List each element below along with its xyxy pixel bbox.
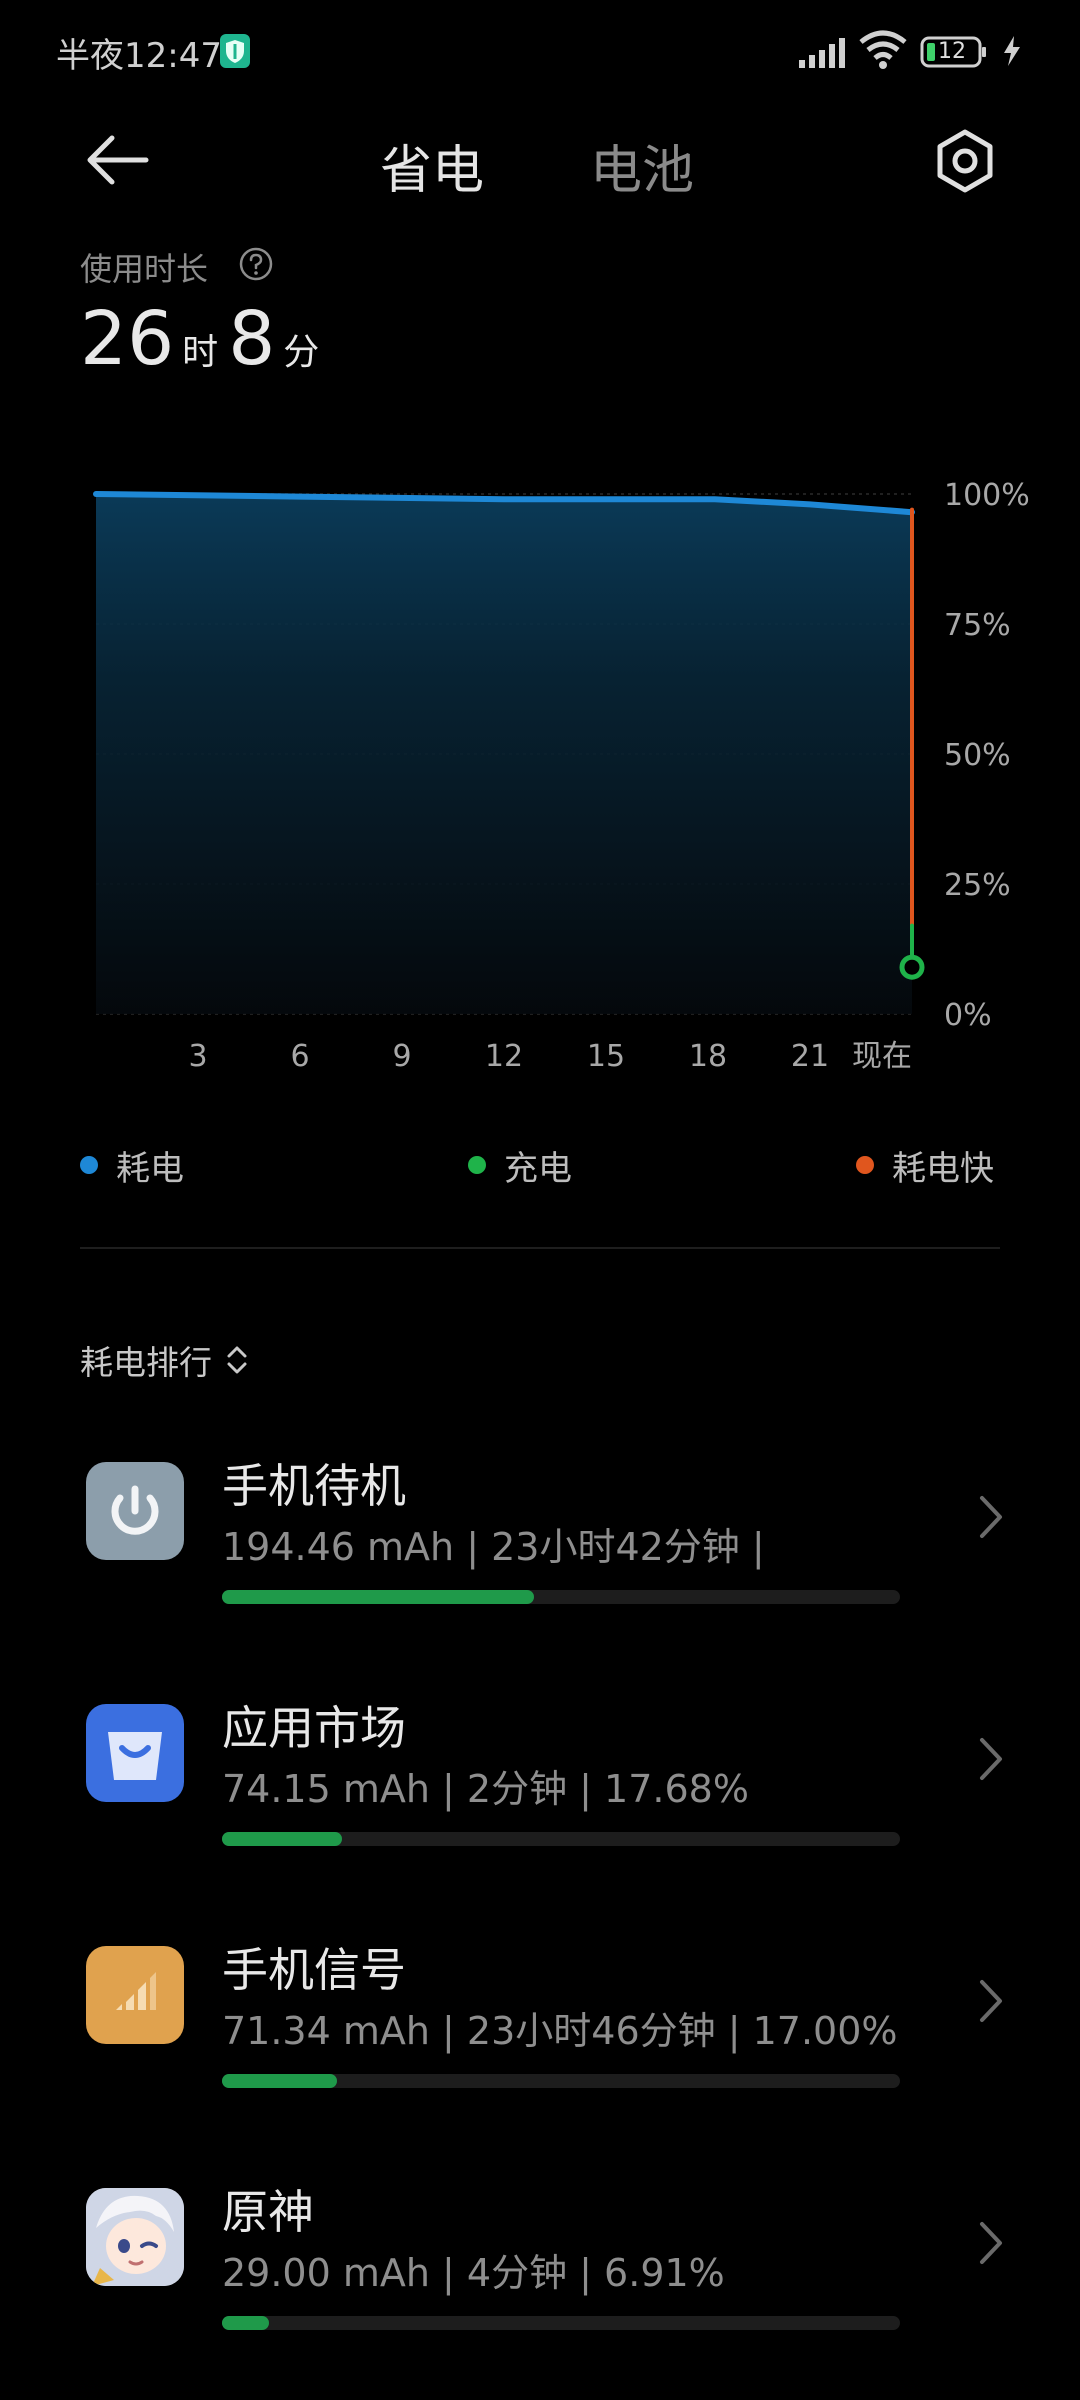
list-item[interactable]: 手机信号 71.34 mAh | 23小时46分钟 | 17.00% bbox=[0, 1934, 1080, 2154]
cell-signal-icon bbox=[86, 1946, 184, 2044]
usage-duration: 26 时 8 分 bbox=[80, 296, 329, 382]
gear-icon[interactable] bbox=[928, 124, 1002, 198]
signal-icon bbox=[799, 38, 845, 68]
x-tick-label: 18 bbox=[689, 1039, 727, 1074]
y-tick-label: 50% bbox=[944, 738, 1011, 773]
game-avatar-icon bbox=[86, 2188, 184, 2286]
ranking-title: 耗电排行 bbox=[80, 1343, 212, 1382]
usage-bar bbox=[222, 1832, 900, 1846]
shield-icon bbox=[220, 34, 250, 68]
x-tick-label: 3 bbox=[188, 1039, 207, 1074]
legend-dot-fast-drain bbox=[856, 1156, 874, 1174]
back-button[interactable] bbox=[84, 130, 154, 190]
legend-label-charging: 充电 bbox=[504, 1148, 572, 1189]
y-tick-label: 100% bbox=[944, 478, 1030, 513]
charging-icon bbox=[1004, 36, 1020, 66]
shopping-bag-icon bbox=[86, 1704, 184, 1802]
app-name: 手机信号 bbox=[222, 1943, 406, 1997]
legend-label-fast-drain: 耗电快 bbox=[892, 1148, 994, 1189]
app-stats: 71.34 mAh | 23小时46分钟 | 17.00% bbox=[222, 2009, 898, 2053]
legend-dot-drain bbox=[80, 1156, 98, 1174]
usage-label: 使用时长 bbox=[80, 250, 209, 288]
usage-bar bbox=[222, 1590, 900, 1604]
y-tick-label: 0% bbox=[944, 998, 992, 1033]
x-tick-label: 现在 bbox=[852, 1039, 912, 1074]
app-stats: 74.15 mAh | 2分钟 | 17.68% bbox=[222, 1767, 749, 1811]
legend-label-drain: 耗电 bbox=[116, 1148, 184, 1189]
x-tick-label: 15 bbox=[587, 1039, 625, 1074]
app-name: 应用市场 bbox=[222, 1701, 406, 1755]
drain-area bbox=[96, 494, 912, 1014]
usage-bar-fill bbox=[222, 1590, 534, 1604]
status-time: 半夜12:47 bbox=[56, 36, 222, 76]
x-tick-label: 6 bbox=[290, 1039, 309, 1074]
current-level-marker bbox=[899, 954, 925, 980]
x-tick-label: 21 bbox=[791, 1039, 829, 1074]
chevron-right-icon bbox=[980, 1738, 1002, 1780]
app-stats: 29.00 mAh | 4分钟 | 6.91% bbox=[222, 2251, 725, 2295]
tab-power-saving[interactable]: 省电 bbox=[380, 128, 484, 203]
list-item[interactable]: 原神 29.00 mAh | 4分钟 | 6.91% bbox=[0, 2176, 1080, 2396]
app-stats: 194.46 mAh | 23小时42分钟 | bbox=[222, 1525, 765, 1569]
usage-bar bbox=[222, 2074, 900, 2088]
legend-dot-charging bbox=[468, 1156, 486, 1174]
legend-item-charging: 充电 bbox=[468, 1140, 572, 1190]
y-tick-label: 25% bbox=[944, 868, 1011, 903]
help-icon[interactable] bbox=[238, 246, 274, 282]
battery-level: 12 bbox=[938, 39, 966, 64]
usage-minutes-unit: 分 bbox=[283, 332, 320, 373]
chevron-right-icon bbox=[980, 2222, 1002, 2264]
sort-icon bbox=[227, 1346, 247, 1374]
chevron-right-icon bbox=[980, 1496, 1002, 1538]
chevron-right-icon bbox=[980, 1980, 1002, 2022]
x-tick-label: 9 bbox=[392, 1039, 411, 1074]
battery-chart: 100% 75% 50% 25% 0% 3 6 9 12 15 18 21 现在 bbox=[93, 478, 1030, 1074]
tab-battery[interactable]: 电池 bbox=[590, 128, 694, 203]
wifi-icon bbox=[859, 30, 907, 69]
usage-minutes: 8 bbox=[228, 296, 276, 382]
legend-item-drain: 耗电 bbox=[80, 1140, 184, 1190]
usage-bar-fill bbox=[222, 2074, 338, 2088]
usage-hours-unit: 时 bbox=[182, 332, 219, 373]
app-name: 手机待机 bbox=[222, 1459, 406, 1513]
legend-item-fast-drain: 耗电快 bbox=[856, 1140, 994, 1190]
divider bbox=[80, 1247, 1000, 1249]
usage-hours: 26 bbox=[80, 296, 175, 382]
usage-bar bbox=[222, 2316, 900, 2330]
usage-bar-fill bbox=[222, 2316, 269, 2330]
list-item[interactable]: 应用市场 74.15 mAh | 2分钟 | 17.68% bbox=[0, 1692, 1080, 1912]
x-tick-label: 12 bbox=[485, 1039, 523, 1074]
y-tick-label: 75% bbox=[944, 608, 1011, 643]
usage-bar-fill bbox=[222, 1832, 342, 1846]
ranking-sort-toggle[interactable]: 耗电排行 bbox=[80, 1336, 250, 1384]
app-name: 原神 bbox=[222, 2185, 314, 2239]
power-icon bbox=[86, 1462, 184, 1560]
list-item[interactable]: 手机待机 194.46 mAh | 23小时42分钟 | bbox=[0, 1450, 1080, 1670]
